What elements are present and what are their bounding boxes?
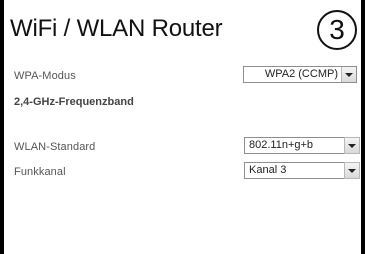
- channel-select[interactable]: Kanal 3: [244, 162, 360, 179]
- channel-value: Kanal 3: [249, 164, 287, 176]
- wlan-standard-select[interactable]: 802.11n+g+b: [244, 137, 360, 154]
- wpa-mode-label: WPA-Modus: [14, 70, 76, 82]
- wlan-standard-label: WLAN-Standard: [14, 141, 96, 153]
- wpa-mode-value: WPA2 (CCMP): [264, 68, 338, 80]
- chevron-down-icon[interactable]: [341, 67, 356, 82]
- page-title: WiFi / WLAN Router: [10, 15, 223, 42]
- step-number-badge: 3: [317, 10, 357, 50]
- chevron-down-icon[interactable]: [344, 137, 360, 154]
- chevron-down-icon[interactable]: [344, 162, 360, 179]
- wpa-mode-select[interactable]: WPA2 (CCMP): [243, 66, 357, 83]
- channel-label: Funkkanal: [14, 166, 66, 178]
- frequency-band-heading: 2,4-GHz-Frequenzband: [14, 96, 134, 108]
- wlan-standard-value: 802.11n+g+b: [249, 139, 314, 151]
- router-settings-panel: WiFi / WLAN Router 3 WPA-Modus WPA2 (CCM…: [0, 0, 363, 254]
